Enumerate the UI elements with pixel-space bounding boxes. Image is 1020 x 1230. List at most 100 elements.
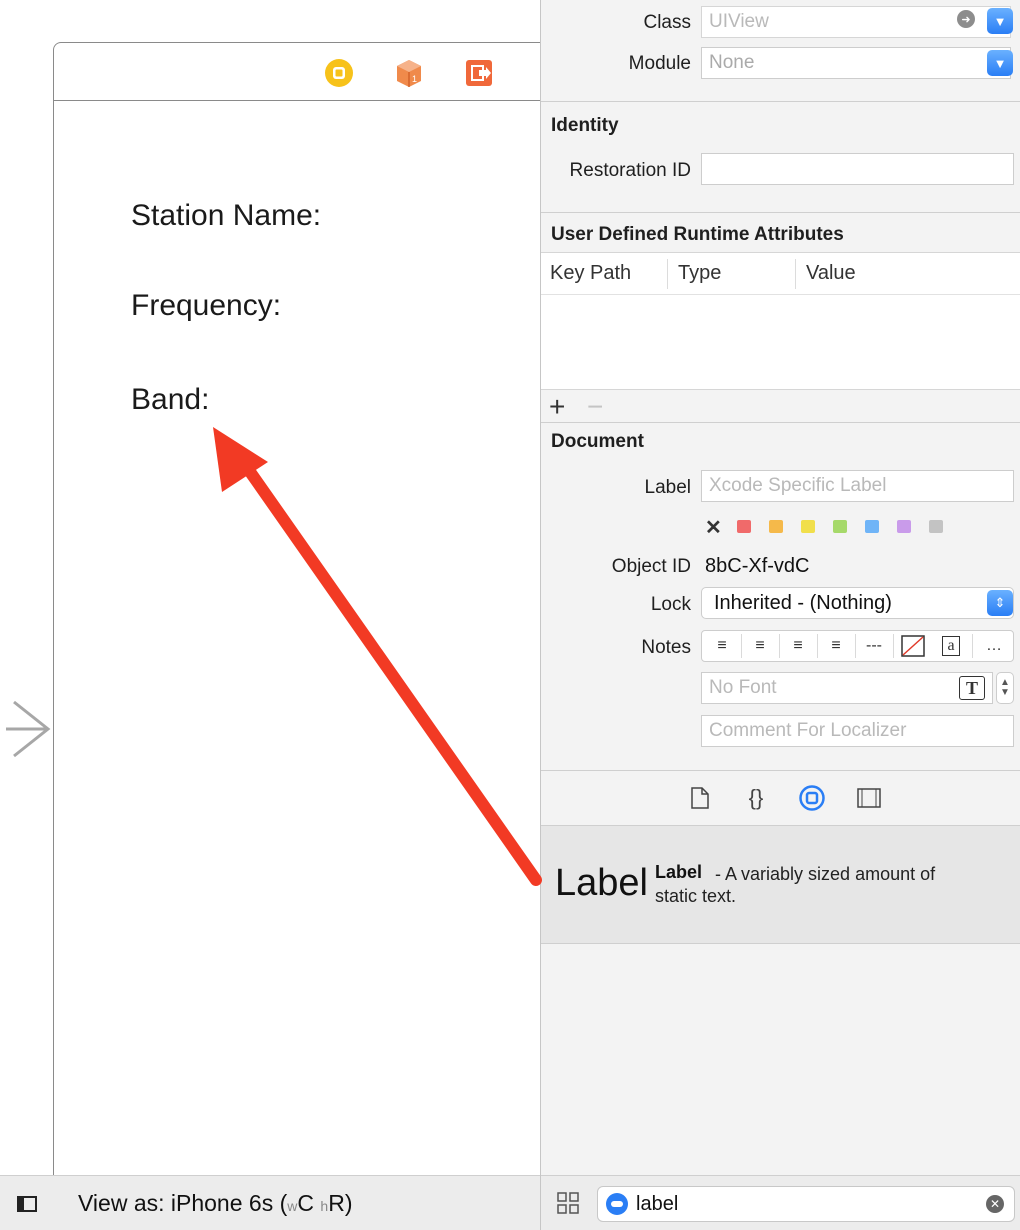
restoration-id-field[interactable]	[701, 153, 1014, 185]
object-id-label: Object ID	[611, 556, 691, 577]
color-swatch-orange[interactable]	[769, 520, 783, 533]
no-color-swatch-icon	[901, 635, 925, 657]
filter-text: label	[636, 1193, 679, 1215]
chevron-down-icon: ▼	[993, 55, 1007, 71]
lock-value: Inherited - (Nothing)	[714, 592, 892, 614]
first-responder-icon[interactable]: 1	[394, 58, 424, 88]
filter-icon	[606, 1193, 628, 1215]
toolbar-separator	[972, 634, 973, 658]
braces-icon: {}	[748, 785, 764, 810]
object-icon	[799, 785, 825, 811]
more-options-icon[interactable]: …	[978, 631, 1010, 661]
height-size-class: R	[328, 1190, 345, 1216]
class-navigate-icon[interactable]: ➜	[957, 10, 975, 28]
align-right-icon[interactable]: ≡	[780, 631, 816, 661]
file-template-library-tab[interactable]	[687, 785, 713, 811]
frequency-label[interactable]: Frequency:	[131, 289, 281, 323]
grid-view-icon[interactable]	[557, 1192, 579, 1214]
table-header: Key Path Type Value	[541, 253, 1020, 295]
class-label: Class	[643, 12, 691, 33]
view-controller-scene[interactable]: 1 Station Name: Frequency: Band:	[53, 42, 553, 1202]
size-class-close-paren: )	[344, 1190, 353, 1216]
font-picker-icon[interactable]: T	[959, 676, 985, 700]
document-label-label: Label	[644, 477, 692, 498]
module-dropdown-button[interactable]: ▼	[987, 50, 1013, 76]
restoration-id-label: Restoration ID	[569, 160, 691, 181]
identity-inspector: Class UIView ➜ ▼ Module None ▼ Identity …	[540, 0, 1020, 1230]
library-item-description: - A variably sized amount of	[715, 864, 936, 884]
width-size-class: C	[297, 1190, 315, 1216]
attribute-add-remove-bar: + −	[541, 391, 1020, 423]
separator-line-icon[interactable]: ---	[856, 631, 892, 661]
notes-label: Notes	[641, 637, 691, 658]
notes-format-toolbar: ≡ ≡ ≡ ≡ --- a …	[701, 630, 1014, 662]
media-icon	[857, 788, 881, 808]
justify-icon[interactable]: ≡	[818, 631, 854, 661]
column-separator	[667, 259, 668, 289]
lock-popup-button[interactable]: ⇕	[987, 590, 1013, 616]
library-filter-input[interactable]: label ✕	[597, 1186, 1015, 1222]
view-controller-icon[interactable]	[324, 58, 354, 88]
text-style-glyph: a	[942, 636, 960, 656]
library-filter-bar: label ✕	[541, 1175, 1020, 1230]
exit-icon[interactable]	[464, 58, 494, 88]
align-left-icon[interactable]: ≡	[704, 631, 740, 661]
clear-filter-icon[interactable]: ✕	[986, 1195, 1004, 1213]
label-preview-icon: Label	[555, 862, 648, 904]
chevron-updown-icon: ⇕	[994, 595, 1006, 610]
color-swatch-yellow[interactable]	[801, 520, 815, 533]
color-swatch-blue[interactable]	[865, 520, 879, 533]
library-item-description-2: static text.	[655, 886, 737, 906]
divider	[541, 212, 1020, 213]
divider	[541, 101, 1020, 102]
station-name-label[interactable]: Station Name:	[131, 199, 321, 233]
view-as-device: View as: iPhone 6s	[78, 1190, 274, 1216]
band-label[interactable]: Band:	[131, 383, 209, 417]
text-style-icon[interactable]: a	[934, 631, 968, 661]
value-column-header[interactable]: Value	[806, 262, 856, 285]
color-swatch-gray[interactable]	[929, 520, 943, 533]
class-dropdown-button[interactable]: ▼	[987, 8, 1013, 34]
type-column-header[interactable]: Type	[678, 262, 721, 285]
runtime-attributes-header: User Defined Runtime Attributes	[551, 224, 844, 245]
object-id-value: 8bC-Xf-vdC	[705, 555, 810, 577]
initial-view-controller-arrow-icon[interactable]	[4, 694, 52, 764]
key-path-column-header[interactable]: Key Path	[550, 262, 631, 285]
scene-dock: 1	[54, 43, 553, 101]
canvas-bottom-bar: View as: iPhone 6s (wC hR)	[0, 1175, 540, 1230]
column-separator	[795, 259, 796, 289]
code-snippet-library-tab[interactable]: {}	[743, 785, 769, 811]
remove-attribute-button[interactable]: −	[587, 391, 603, 423]
media-library-tab[interactable]	[856, 785, 882, 811]
svg-text:1: 1	[412, 74, 417, 84]
comment-for-localizer-field[interactable]: Comment For Localizer	[701, 715, 1014, 747]
identity-header: Identity	[551, 115, 619, 136]
width-size-prefix: w	[287, 1198, 298, 1214]
color-swatch-red[interactable]	[737, 520, 751, 533]
notes-font-field[interactable]: No Font	[701, 672, 993, 704]
font-size-stepper[interactable]: ▲ ▼	[996, 672, 1014, 704]
object-library-tab[interactable]	[799, 785, 825, 811]
color-swatch-purple[interactable]	[897, 520, 911, 533]
file-icon	[691, 787, 709, 809]
no-background-icon[interactable]	[898, 631, 928, 661]
library-item-label[interactable]: Label Label - A variably sized amount of…	[541, 826, 1020, 944]
storyboard-canvas[interactable]: 1 Station Name: Frequency: Band: View as…	[0, 0, 553, 1230]
lock-popup[interactable]: Inherited - (Nothing)	[701, 587, 1014, 619]
document-header: Document	[551, 431, 644, 452]
clear-color-icon[interactable]: ✕	[705, 515, 722, 540]
lock-label: Lock	[650, 594, 691, 615]
library-tab-bar: {}	[541, 770, 1020, 826]
toolbar-separator	[893, 634, 894, 658]
xcode-label-field[interactable]: Xcode Specific Label	[701, 470, 1014, 502]
chevron-down-icon[interactable]: ▼	[1000, 688, 1010, 698]
chevron-down-icon: ▼	[993, 13, 1007, 29]
document-outline-toggle-icon[interactable]	[17, 1196, 37, 1212]
module-field[interactable]: None	[701, 47, 1011, 79]
add-attribute-button[interactable]: +	[549, 391, 565, 423]
align-center-icon[interactable]: ≡	[742, 631, 778, 661]
color-swatch-green[interactable]	[833, 520, 847, 533]
runtime-attributes-table[interactable]: Key Path Type Value	[541, 252, 1020, 390]
module-label: Module	[628, 53, 691, 74]
view-as-selector[interactable]: View as: iPhone 6s (wC hR)	[78, 1190, 353, 1217]
